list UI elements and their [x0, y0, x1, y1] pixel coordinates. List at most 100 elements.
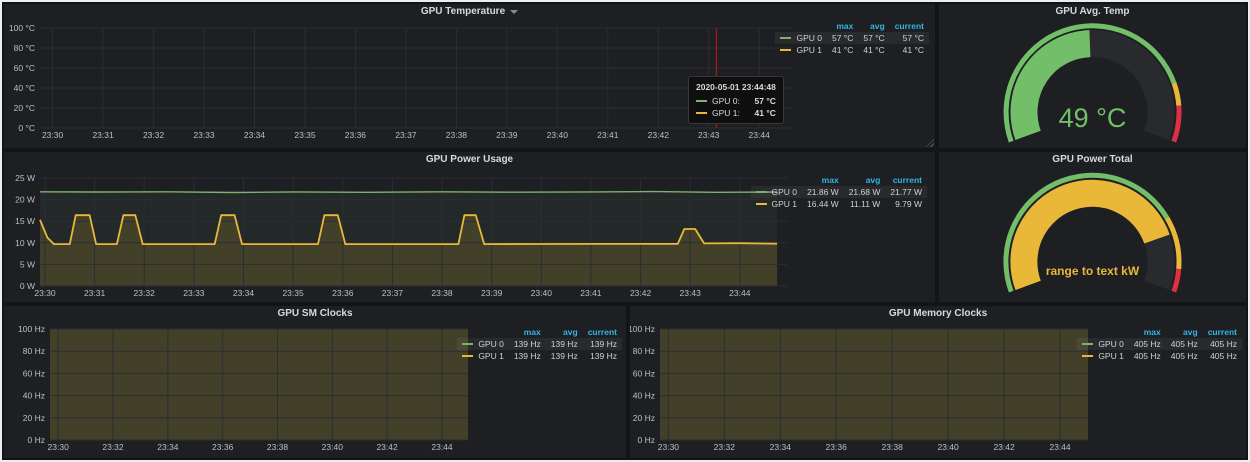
- svg-text:100 Hz: 100 Hz: [630, 324, 655, 334]
- gauge-value-text: 49 °C: [1059, 103, 1127, 133]
- svg-text:23:42: 23:42: [630, 288, 652, 298]
- svg-text:23:42: 23:42: [376, 442, 398, 452]
- panel-gpu-temperature: GPU Temperature 0 °C20 °C40 °C60 °C80 °C…: [4, 4, 935, 148]
- svg-text:23:34: 23:34: [233, 288, 255, 298]
- series-color-dash: [696, 100, 707, 102]
- legend-value: 41 °C: [890, 44, 929, 56]
- gpu-power-usage-legend: maxavgcurrentGPU 021.86 W21.68 W21.77 WG…: [751, 174, 927, 210]
- panel-title-gpu-avg-temp[interactable]: GPU Avg. Temp: [939, 4, 1246, 20]
- series-color-dash: [696, 112, 707, 114]
- panel-gpu-power-total: GPU Power Total range to text kW: [939, 152, 1246, 302]
- svg-text:23:44: 23:44: [431, 442, 453, 452]
- legend-sort-avg[interactable]: avg: [1166, 326, 1203, 338]
- legend-sort-max[interactable]: max: [827, 20, 858, 32]
- svg-text:23:41: 23:41: [580, 288, 602, 298]
- svg-text:23:31: 23:31: [92, 130, 114, 140]
- svg-text:23:32: 23:32: [143, 130, 165, 140]
- svg-text:23:34: 23:34: [157, 442, 179, 452]
- svg-text:23:44: 23:44: [749, 130, 771, 140]
- svg-text:5 W: 5 W: [20, 259, 35, 269]
- svg-text:23:33: 23:33: [183, 288, 205, 298]
- svg-text:23:43: 23:43: [680, 288, 702, 298]
- legend-series-toggle[interactable]: GPU 1: [457, 350, 509, 362]
- series-color-dash: [462, 355, 473, 357]
- legend-series-toggle[interactable]: GPU 0: [1077, 338, 1129, 350]
- series-color-dash: [756, 191, 767, 193]
- legend-sort-current[interactable]: current: [890, 20, 929, 32]
- legend-series-toggle[interactable]: GPU 1: [775, 44, 827, 56]
- legend-value: 139 Hz: [583, 338, 622, 350]
- legend-series-toggle[interactable]: GPU 1: [1077, 350, 1129, 362]
- legend-sort-max[interactable]: max: [802, 174, 844, 186]
- legend-value: 21.77 W: [885, 186, 927, 198]
- svg-text:20 °C: 20 °C: [14, 103, 35, 113]
- svg-text:0 Hz: 0 Hz: [28, 435, 45, 445]
- legend-series-toggle[interactable]: GPU 0: [751, 186, 803, 198]
- legend-value: 139 Hz: [509, 338, 546, 350]
- legend-row: GPU 021.86 W21.68 W21.77 W: [751, 186, 927, 198]
- svg-text:23:44: 23:44: [729, 288, 751, 298]
- legend-sort-current[interactable]: current: [1203, 326, 1242, 338]
- svg-text:23:32: 23:32: [102, 442, 124, 452]
- svg-text:23:40: 23:40: [531, 288, 553, 298]
- svg-text:23:39: 23:39: [481, 288, 503, 298]
- legend-sort-current[interactable]: current: [885, 174, 927, 186]
- gpu-sm-clocks-legend: maxavgcurrentGPU 0139 Hz139 Hz139 HzGPU …: [457, 326, 622, 362]
- dashboard-window: GPU Temperature 0 °C20 °C40 °C60 °C80 °C…: [0, 0, 1250, 462]
- legend-value: 21.86 W: [802, 186, 844, 198]
- legend-value: 57 °C: [890, 32, 929, 44]
- series-color-dash: [756, 203, 767, 205]
- svg-text:23:38: 23:38: [446, 130, 468, 140]
- legend-sort-current[interactable]: current: [583, 326, 622, 338]
- panel-title-gpu-sm-clocks[interactable]: GPU SM Clocks: [4, 306, 626, 322]
- legend-sort-avg[interactable]: avg: [844, 174, 886, 186]
- legend-value: 9.79 W: [885, 198, 927, 210]
- series-color-dash: [1082, 355, 1093, 357]
- svg-text:23:43: 23:43: [698, 130, 720, 140]
- svg-text:23:33: 23:33: [193, 130, 215, 140]
- svg-text:23:41: 23:41: [597, 130, 619, 140]
- legend-sort-avg[interactable]: avg: [858, 20, 889, 32]
- legend-series-toggle[interactable]: GPU 0: [775, 32, 827, 44]
- gpu-avg-temp-gauge: 49 °C: [939, 20, 1246, 148]
- series-color-dash: [462, 343, 473, 345]
- svg-text:23:39: 23:39: [496, 130, 518, 140]
- legend-value: 405 Hz: [1166, 350, 1203, 362]
- panel-title-gpu-power-usage[interactable]: GPU Power Usage: [4, 152, 935, 168]
- svg-text:15 W: 15 W: [15, 216, 35, 226]
- legend-value: 405 Hz: [1129, 350, 1166, 362]
- panel-gpu-avg-temp: GPU Avg. Temp 49 °C: [939, 4, 1246, 148]
- legend-value: 11.11 W: [844, 198, 886, 210]
- svg-text:23:40: 23:40: [547, 130, 569, 140]
- graph-tooltip: 2020-05-01 23:44:48 GPU 0: 57 °C GPU 1: …: [688, 76, 784, 124]
- svg-text:20 W: 20 W: [15, 195, 35, 205]
- panel-title-text: GPU Avg. Temp: [1055, 6, 1129, 17]
- chevron-down-icon: [510, 10, 518, 14]
- panel-title-text: GPU Power Total: [1052, 154, 1132, 165]
- panel-title-gpu-memory-clocks[interactable]: GPU Memory Clocks: [630, 306, 1246, 322]
- tooltip-series-value: 41 °C: [745, 107, 776, 119]
- legend-row: GPU 0139 Hz139 Hz139 Hz: [457, 338, 622, 350]
- panel-title-gpu-power-total[interactable]: GPU Power Total: [939, 152, 1246, 168]
- legend-row: GPU 1405 Hz405 Hz405 Hz: [1077, 350, 1242, 362]
- legend-row: GPU 1139 Hz139 Hz139 Hz: [457, 350, 622, 362]
- gpu-dashboard: GPU Temperature 0 °C20 °C40 °C60 °C80 °C…: [2, 2, 1248, 460]
- svg-text:0 Hz: 0 Hz: [638, 435, 655, 445]
- gauge-value-text: range to text kW: [1046, 264, 1140, 278]
- svg-text:23:35: 23:35: [294, 130, 316, 140]
- panel-title-gpu-temperature[interactable]: GPU Temperature: [4, 4, 935, 20]
- svg-text:23:34: 23:34: [244, 130, 266, 140]
- legend-series-toggle[interactable]: GPU 1: [751, 198, 803, 210]
- tooltip-timestamp: 2020-05-01 23:44:48: [696, 81, 776, 93]
- svg-text:20 Hz: 20 Hz: [23, 413, 45, 423]
- svg-text:0 °C: 0 °C: [18, 123, 35, 133]
- tooltip-series-name: GPU 1:: [712, 107, 740, 119]
- legend-value: 139 Hz: [546, 350, 583, 362]
- legend-sort-avg[interactable]: avg: [546, 326, 583, 338]
- legend-sort-max[interactable]: max: [1129, 326, 1166, 338]
- legend-sort-max[interactable]: max: [509, 326, 546, 338]
- svg-text:80 Hz: 80 Hz: [633, 346, 655, 356]
- legend-value: 405 Hz: [1203, 350, 1242, 362]
- legend-series-toggle[interactable]: GPU 0: [457, 338, 509, 350]
- legend-value: 139 Hz: [546, 338, 583, 350]
